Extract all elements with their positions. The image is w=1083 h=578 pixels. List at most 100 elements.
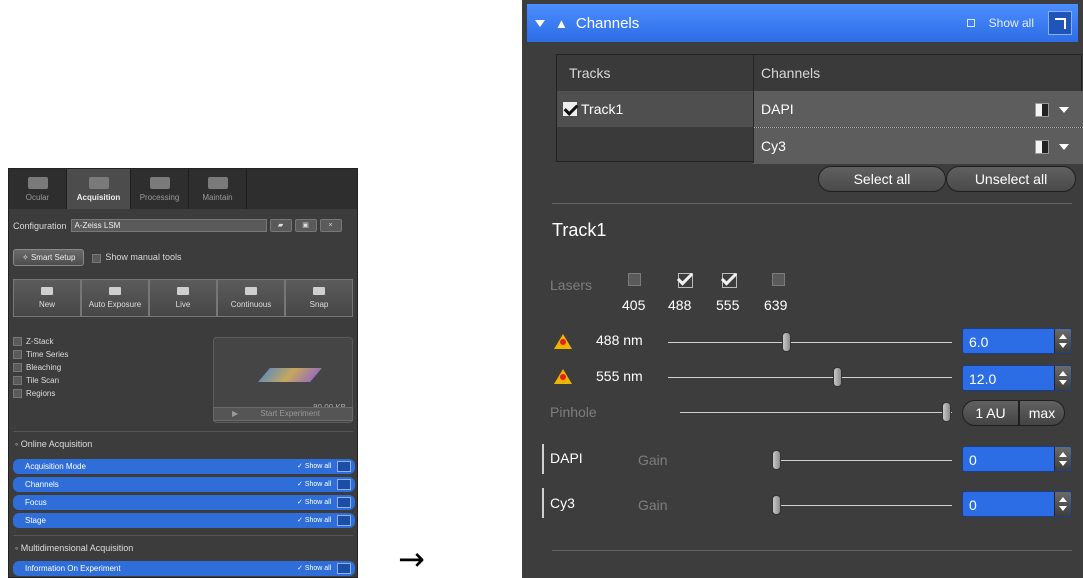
color-swatch[interactable] (1035, 140, 1049, 154)
tab-ocular[interactable]: Ocular (9, 169, 67, 209)
laser-405-checkbox[interactable] (628, 273, 641, 286)
undock-icon[interactable] (337, 479, 351, 490)
checkbox[interactable] (92, 253, 102, 263)
track-checkbox[interactable] (563, 102, 577, 116)
live-button[interactable]: Live (149, 279, 217, 317)
laser-488-checkbox[interactable] (678, 273, 693, 288)
color-swatch[interactable] (1035, 103, 1049, 117)
show-all-checkbox[interactable] (966, 19, 975, 27)
pinhole-1au-button[interactable]: 1 AU (962, 400, 1019, 426)
chevron-down-icon[interactable] (1059, 107, 1069, 113)
dapi-gain-spinbox[interactable]: 0 (962, 446, 1072, 472)
information-on-experiment-bar[interactable]: Information On Experiment ✓ Show all (13, 561, 355, 576)
acquisition-tool-panel: Ocular Acquisition Processing Maintain C… (8, 168, 358, 578)
laser-555-checkbox[interactable] (722, 273, 737, 288)
laser-wavelength: 639 (764, 297, 788, 313)
channel-row-cy3[interactable]: Cy3 (753, 128, 1083, 164)
smart-setup-icon: ✧ (22, 253, 31, 262)
track-title: Track1 (552, 220, 607, 240)
dapi-gain-slider-track[interactable] (778, 460, 952, 461)
auto-exposure-button[interactable]: Auto Exposure (81, 279, 149, 317)
undock-icon[interactable] (337, 515, 351, 526)
chevron-down-icon[interactable] (1059, 144, 1069, 150)
show-all-label[interactable]: Show all (989, 16, 1034, 30)
select-all-button[interactable]: Select all (818, 166, 946, 192)
start-experiment-button[interactable]: ▶ Start Experiment (213, 407, 353, 421)
laser-555-slider-thumb[interactable] (833, 367, 843, 387)
channels-header-bar[interactable]: ▲ Channels Show all (527, 4, 1078, 42)
laser-488-slider-thumb[interactable] (782, 332, 792, 352)
show-all[interactable]: ✓ Show all (297, 459, 337, 474)
stage-bar[interactable]: Stage ✓ Show all (13, 513, 355, 528)
laser-488-spinbox[interactable]: 6.0 (962, 328, 1072, 354)
smart-setup-button[interactable]: ✧ Smart Setup (13, 249, 85, 266)
tab-acquisition[interactable]: Acquisition (67, 169, 131, 209)
pinhole-slider-track[interactable] (680, 412, 952, 413)
show-all-label: Show all (304, 481, 332, 488)
main-tabs: Ocular Acquisition Processing Maintain (9, 169, 357, 209)
regions-option[interactable]: Regions (13, 387, 203, 400)
undock-icon[interactable] (337, 497, 351, 508)
channels-bar[interactable]: Channels ✓ Show all (13, 477, 355, 492)
cy3-gain-slider-track[interactable] (778, 505, 952, 506)
show-all[interactable]: ✓ Show all (297, 513, 337, 528)
acquisition-mode-bar[interactable]: Acquisition Mode ✓ Show all (13, 459, 355, 474)
undock-icon[interactable] (1048, 11, 1072, 35)
laser-555-slider-track[interactable] (668, 377, 952, 378)
screen: Ocular Acquisition Processing Maintain C… (0, 0, 1083, 578)
dapi-gain-slider-thumb[interactable] (772, 450, 781, 470)
show-manual-tools[interactable]: Show manual tools (92, 252, 181, 263)
undock-icon[interactable] (337, 563, 351, 574)
tab-label: Acquisition (76, 192, 121, 202)
show-all[interactable]: ✓ Show all (297, 495, 337, 510)
pinhole-label: Pinhole (550, 404, 597, 420)
tile-scan-option[interactable]: Tile Scan (13, 374, 203, 387)
continuous-button[interactable]: Continuous (217, 279, 285, 317)
tab-label: Maintain (202, 192, 233, 202)
open-config-button[interactable]: ▰ (269, 219, 292, 232)
spin-arrows[interactable] (1054, 366, 1071, 390)
checkbox[interactable] (13, 389, 22, 399)
tab-maintain[interactable]: Maintain (189, 169, 247, 209)
save-config-button[interactable]: ▣ (294, 219, 317, 232)
laser-639-checkbox[interactable] (772, 273, 785, 286)
cy3-gain-spinbox[interactable]: 0 (962, 491, 1072, 517)
time-series-option[interactable]: Time Series (13, 348, 203, 361)
snap-icon (313, 287, 325, 295)
focus-bar[interactable]: Focus ✓ Show all (13, 495, 355, 510)
collapse-icon[interactable] (535, 19, 545, 27)
laser-488-slider-track[interactable] (668, 342, 952, 343)
track-item[interactable]: Track1 (563, 91, 623, 127)
bar-label: Stage (25, 516, 46, 525)
new-button[interactable]: New (13, 279, 81, 317)
cy3-gain-slider-thumb[interactable] (772, 495, 781, 515)
pinhole-slider-thumb[interactable] (942, 402, 951, 422)
laser-555-spinbox[interactable]: 12.0 (962, 365, 1072, 391)
configuration-field[interactable]: A-Zeiss LSM (70, 219, 267, 232)
undock-icon[interactable] (337, 461, 351, 472)
new-label: New (38, 300, 55, 309)
show-all[interactable]: ✓ Show all (297, 561, 337, 576)
checkbox[interactable] (13, 363, 22, 373)
laser-warning-icon (554, 369, 572, 384)
bleaching-option[interactable]: Bleaching (13, 361, 203, 374)
show-all[interactable]: ✓ Show all (297, 477, 337, 492)
spin-arrows[interactable] (1054, 329, 1071, 353)
smart-setup-row: ✧ Smart Setup Show manual tools (13, 249, 353, 266)
configuration-label: Configuration (13, 220, 67, 231)
spin-arrows[interactable] (1054, 492, 1071, 516)
pinhole-max-button[interactable]: max (1019, 400, 1065, 426)
tab-processing[interactable]: Processing (131, 169, 189, 209)
checkbox[interactable] (13, 350, 22, 360)
row-separator (753, 127, 1083, 128)
checkbox[interactable] (13, 337, 22, 347)
checkbox[interactable] (13, 376, 22, 386)
start-experiment-label: Start Experiment (260, 409, 320, 418)
channel-row-dapi[interactable]: DAPI (753, 91, 1083, 127)
delete-config-button[interactable]: × (319, 219, 342, 232)
z-stack-option[interactable]: Z-Stack (13, 335, 203, 348)
snap-button[interactable]: Snap (285, 279, 353, 317)
laser-wavelength: 405 (622, 297, 646, 313)
unselect-all-button[interactable]: Unselect all (946, 166, 1076, 192)
spin-arrows[interactable] (1054, 447, 1071, 471)
